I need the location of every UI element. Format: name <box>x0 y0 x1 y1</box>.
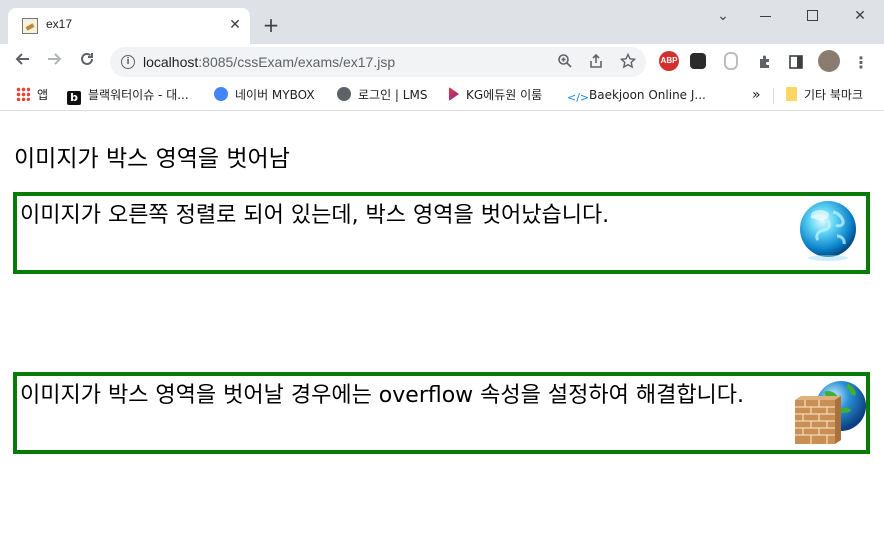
zoom-icon[interactable] <box>556 53 574 71</box>
tab-search-chevron-icon[interactable]: ⌄ <box>708 4 738 28</box>
profile-avatar[interactable] <box>818 50 840 72</box>
b-logo-icon: b <box>67 91 81 105</box>
browser-toolbar: i localhost:8085/cssExam/exams/ex17.jsp … <box>0 44 884 80</box>
site-info-icon[interactable]: i <box>121 55 135 69</box>
bookmark-blackwater[interactable]: b 블랙워터이슈 - 대... <box>67 86 189 105</box>
forward-arrow-icon[interactable] <box>42 50 66 74</box>
extension-pill-icon[interactable] <box>724 52 738 70</box>
share-icon[interactable] <box>587 53 605 71</box>
apps-grid-icon <box>16 87 30 101</box>
url-text[interactable]: localhost:8085/cssExam/exams/ex17.jsp <box>143 54 395 70</box>
reload-icon[interactable] <box>75 50 99 74</box>
globe-image <box>800 201 856 261</box>
box2-text: 이미지가 박스 영역을 벗어날 경우에는 overflow 속성을 설정하여 해… <box>20 383 745 408</box>
code-icon: </> <box>567 91 590 104</box>
bookmark-other[interactable]: 기타 북마크 <box>786 86 863 104</box>
page-favicon-icon <box>22 18 38 34</box>
tab-ex17[interactable]: ex17 ✕ <box>8 8 250 44</box>
address-bar[interactable]: i localhost:8085/cssExam/exams/ex17.jsp <box>110 47 646 77</box>
tab-title: ex17 <box>46 17 73 31</box>
bookmark-apps[interactable]: 앱 <box>16 86 48 104</box>
page-content: 이미지가 박스 영역을 벗어남 이미지가 오른쪽 정렬로 되어 있는데, 박스 … <box>0 111 884 541</box>
minimize-icon <box>760 16 771 17</box>
mybox-icon <box>214 87 228 101</box>
bookmarks-divider <box>773 88 774 104</box>
window-close-button[interactable]: ✕ <box>845 4 875 28</box>
kg-icon <box>449 87 459 101</box>
extension-dark-icon[interactable] <box>690 53 706 69</box>
new-tab-button[interactable]: + <box>260 14 282 36</box>
bookmark-naver-mybox[interactable]: 네이버 MYBOX <box>214 86 315 104</box>
globe-icon <box>337 87 351 101</box>
bookmark-star-icon[interactable] <box>619 52 637 71</box>
browser-menu-icon[interactable]: ⋮ <box>852 54 870 72</box>
extensions-puzzle-icon[interactable] <box>756 54 774 72</box>
tab-close-icon[interactable]: ✕ <box>226 16 244 34</box>
bookmarks-bar: 앱 b 블랙워터이슈 - 대... 네이버 MYBOX 로그인 | LMS KG에… <box>0 80 884 111</box>
bookmark-lms-login[interactable]: 로그인 | LMS <box>337 86 427 104</box>
bookmarks-overflow-chevron-icon[interactable]: » <box>752 86 761 104</box>
firewall-globe-image <box>795 381 866 444</box>
side-panel-icon[interactable] <box>787 54 805 72</box>
box-overflow-fixed: 이미지가 박스 영역을 벗어날 경우에는 overflow 속성을 설정하여 해… <box>13 372 870 454</box>
bookmark-kg-eduwon[interactable]: KG에듀원 이룸 <box>449 86 542 104</box>
minimize-button[interactable] <box>752 4 782 28</box>
tab-strip: ex17 ✕ + ⌄ ✕ <box>0 0 884 44</box>
maximize-button[interactable] <box>798 4 828 28</box>
bookmark-baekjoon[interactable]: </>Baekjoon Online J... <box>567 86 706 104</box>
maximize-icon <box>807 10 818 21</box>
adblock-plus-icon[interactable]: ABP <box>659 51 679 71</box>
page-title: 이미지가 박스 영역을 벗어남 <box>14 146 290 172</box>
back-arrow-icon[interactable] <box>11 50 35 74</box>
folder-icon <box>786 87 797 101</box>
box1-text: 이미지가 오른쪽 정렬로 되어 있는데, 박스 영역을 벗어났습니다. <box>20 203 610 228</box>
box-overflowing: 이미지가 오른쪽 정렬로 되어 있는데, 박스 영역을 벗어났습니다. <box>13 192 870 274</box>
